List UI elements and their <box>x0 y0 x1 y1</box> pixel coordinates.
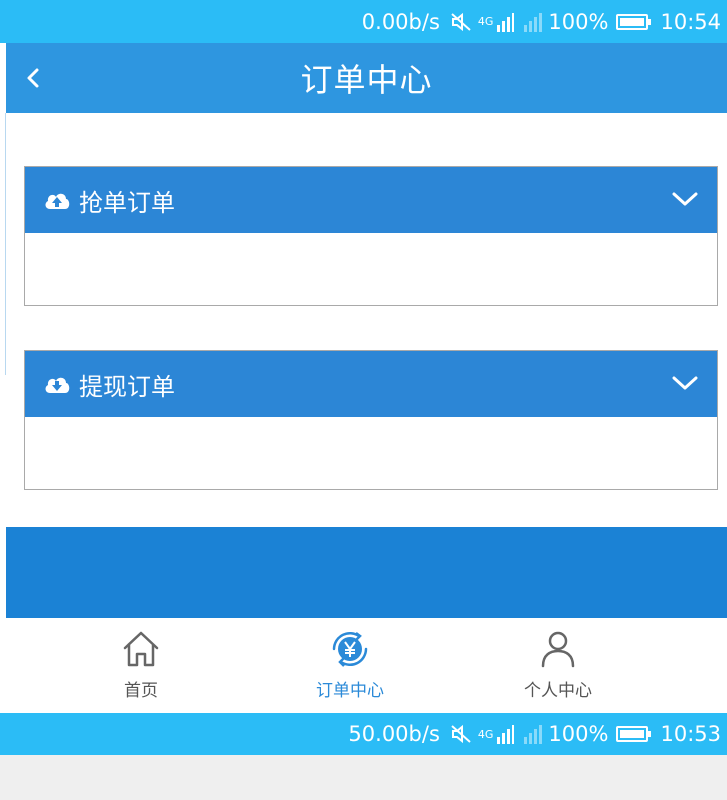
grab-order-panel: 抢单订单 <box>24 166 718 306</box>
grab-order-header[interactable]: 抢单订单 <box>25 167 717 233</box>
mute-icon <box>451 12 471 31</box>
withdraw-order-panel: 提现订单 <box>24 350 718 490</box>
blue-banner <box>6 527 727 618</box>
battery-icon <box>616 726 652 742</box>
tab-label: 订单中心 <box>316 681 384 701</box>
clock: 10:53 <box>660 722 721 746</box>
tab-bar: 首页 订单中心 个人中心 <box>0 618 727 713</box>
battery-percent: 100% <box>548 9 609 34</box>
network-speed: 50.00b/s <box>348 722 440 746</box>
tab-home[interactable]: 首页 <box>71 628 211 708</box>
signal-icon: 4G <box>478 12 543 32</box>
battery-percent: 100% <box>548 722 609 746</box>
signal-icon: 4G <box>478 724 543 744</box>
battery-icon <box>616 13 652 30</box>
clock: 10:54 <box>660 9 721 34</box>
withdraw-order-header[interactable]: 提现订单 <box>25 351 717 417</box>
status-bar-secondary: 50.00b/s 4G 100% 10:53 <box>0 713 727 755</box>
chevron-left-icon <box>27 68 39 88</box>
home-icon <box>123 631 159 667</box>
tab-order-center[interactable]: 订单中心 <box>280 628 420 708</box>
yen-refresh-icon <box>332 631 368 667</box>
panel-label: 提现订单 <box>79 372 175 401</box>
cloud-upload-icon <box>45 193 70 209</box>
panel-label: 抢单订单 <box>79 188 175 217</box>
background-area <box>0 755 727 800</box>
cloud-download-icon <box>45 377 70 393</box>
status-bar: 0.00b/s 4G 100% 10:54 <box>0 0 727 43</box>
chevron-down-icon[interactable] <box>671 373 699 393</box>
back-button[interactable] <box>18 61 48 95</box>
tab-profile[interactable]: 个人中心 <box>488 628 628 708</box>
nav-bar: 订单中心 <box>6 43 727 113</box>
network-speed: 0.00b/s <box>361 9 440 34</box>
page-title: 订单中心 <box>300 61 433 99</box>
tab-label: 个人中心 <box>524 681 592 701</box>
chevron-down-icon[interactable] <box>671 189 699 209</box>
mute-icon <box>451 724 471 744</box>
divider <box>5 113 6 375</box>
tab-label: 首页 <box>124 681 158 701</box>
user-icon <box>541 631 575 668</box>
